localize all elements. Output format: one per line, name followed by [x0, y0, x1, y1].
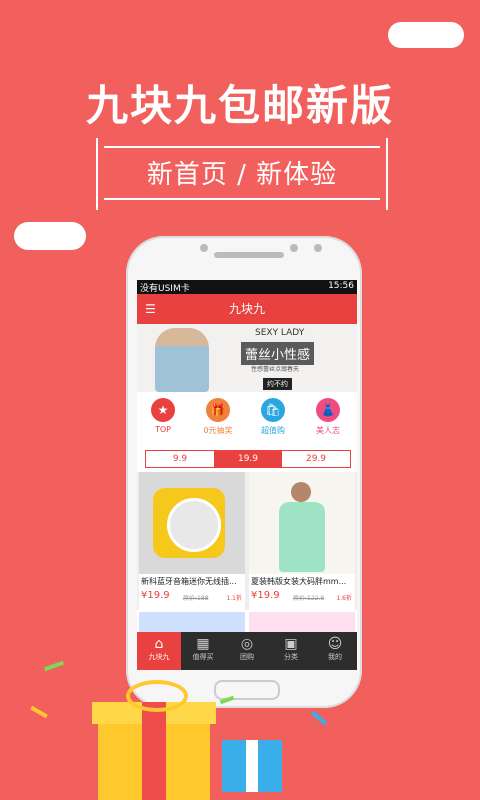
- original-price: 原价:122.8: [293, 595, 325, 602]
- shopping-bag-icon: 🛍: [261, 398, 285, 422]
- dress-icon: 👗: [316, 398, 340, 422]
- phone-camera: [314, 244, 322, 252]
- promo-headline: 九块九包邮新版: [85, 81, 394, 130]
- calendar-icon: ▦: [196, 636, 210, 652]
- promo-banner[interactable]: SEXY LADY 蕾丝小性感 性感蕾丝点缀春天 约不约: [137, 324, 357, 392]
- product-name: 新科蓝牙音箱迷你无线插...: [141, 577, 237, 586]
- gift-box-large: [92, 702, 216, 800]
- cloud-icon: [388, 22, 464, 48]
- nav-group[interactable]: ◎ 团购: [225, 632, 269, 670]
- category-label: TOP: [154, 425, 171, 434]
- price-tab[interactable]: 19.9: [214, 451, 282, 467]
- user-icon: ☺: [327, 636, 343, 652]
- group-icon: ◎: [240, 636, 254, 652]
- app-screen: 没有USIM卡 15:56 ☰ 九块九 SEXY LADY 蕾丝小性感 性感蕾丝…: [137, 280, 357, 670]
- confetti-icon: [310, 710, 328, 726]
- gift-bow-icon: [126, 680, 188, 712]
- app-bar: ☰ 九块九: [137, 294, 357, 324]
- speaker-image: [139, 472, 245, 574]
- nav-label: 分类: [284, 653, 298, 661]
- nav-label: 我的: [328, 653, 342, 661]
- carrier-text: 没有USIM卡: [140, 284, 190, 294]
- dress-image: [249, 472, 355, 574]
- confetti-icon: [30, 705, 48, 719]
- gift-box-small: [222, 740, 282, 792]
- bag-icon: ⌂: [154, 636, 164, 652]
- model-photo: [155, 328, 209, 392]
- category-value[interactable]: 🛍 超值购: [247, 398, 299, 436]
- phone-sensor: [200, 244, 208, 252]
- banner-en: SEXY LADY: [255, 328, 305, 338]
- banner-tag: 约不约: [263, 378, 292, 390]
- product-card[interactable]: 新科蓝牙音箱迷你无线插... ¥19.9 原价:188 1.1折: [139, 472, 245, 610]
- product-price: ¥19.9: [141, 590, 170, 601]
- category-label: 超值购: [261, 426, 285, 435]
- nav-label: 团购: [240, 653, 254, 661]
- category-label: 0元抽奖: [203, 426, 233, 435]
- phone-home-button: [214, 680, 280, 700]
- banner-sub: 性感蕾丝点缀春天: [251, 366, 300, 373]
- status-time: 15:56: [328, 281, 354, 291]
- nav-label: 值得买: [192, 653, 214, 661]
- grid-icon: ▣: [284, 636, 298, 652]
- phone-speaker: [214, 252, 284, 258]
- product-preview-row: [249, 612, 355, 632]
- product-price: ¥19.9: [251, 590, 280, 601]
- star-icon: ★: [151, 398, 175, 422]
- price-tabs: 9.9 19.9 29.9: [145, 450, 351, 468]
- category-beauty[interactable]: 👗 美人志: [302, 398, 354, 436]
- original-price: 原价:188: [183, 595, 209, 602]
- banner-title: 蕾丝小性感: [241, 342, 315, 365]
- gift-icon: 🎁: [206, 398, 230, 422]
- app-title: 九块九: [228, 302, 265, 316]
- category-lottery[interactable]: 🎁 0元抽奖: [192, 398, 244, 436]
- product-grid: 新科蓝牙音箱迷你无线插... ¥19.9 原价:188 1.1折 夏装韩版女装大…: [137, 472, 357, 610]
- nav-label: 九块九: [148, 653, 170, 661]
- product-card[interactable]: 夏装韩版女装大码胖mm... ¥19.9 原价:122.8 1.6折: [249, 472, 355, 610]
- status-bar: 没有USIM卡 15:56: [137, 280, 357, 294]
- nav-profile[interactable]: ☺ 我的: [313, 632, 357, 670]
- nav-home[interactable]: ⌂ 九块九: [137, 632, 181, 670]
- product-preview-row: [139, 612, 245, 632]
- promo-subtitle: 新首页 / 新体验: [146, 160, 338, 190]
- cloud-icon: [14, 222, 86, 250]
- nav-worth[interactable]: ▦ 值得买: [181, 632, 225, 670]
- product-name: 夏装韩版女装大码胖mm...: [251, 577, 347, 586]
- discount: 1.1折: [226, 595, 242, 602]
- bottom-nav: ⌂ 九块九 ▦ 值得买 ◎ 团购 ▣ 分类 ☺ 我的: [137, 632, 357, 670]
- nav-category[interactable]: ▣ 分类: [269, 632, 313, 670]
- price-tab[interactable]: 29.9: [282, 451, 350, 467]
- confetti-icon: [43, 660, 65, 672]
- category-bar: ★ TOP 🎁 0元抽奖 🛍 超值购 👗 美人志: [137, 392, 357, 442]
- category-top[interactable]: ★ TOP: [137, 398, 189, 434]
- phone-sensor: [290, 244, 298, 252]
- discount: 1.6折: [336, 595, 352, 602]
- price-tab[interactable]: 9.9: [146, 451, 214, 467]
- menu-search-icon[interactable]: ☰: [145, 294, 156, 324]
- category-label: 美人志: [316, 426, 340, 435]
